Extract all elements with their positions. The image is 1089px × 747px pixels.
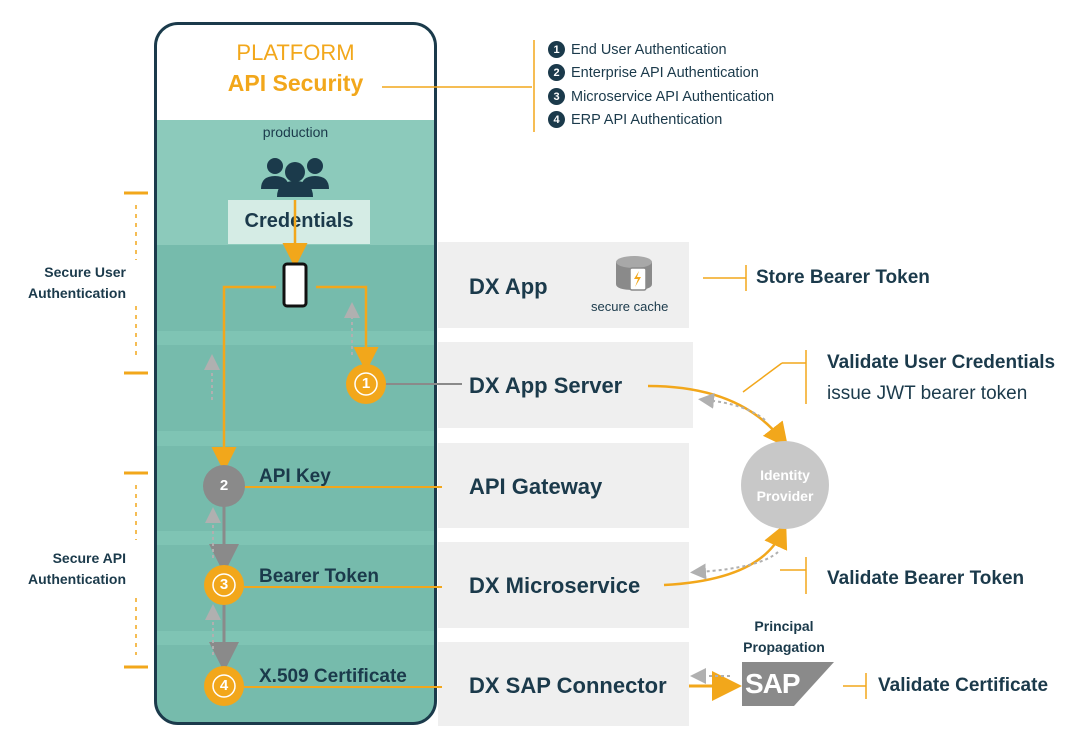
- note-validate-user-credentials: Validate User Credentials: [827, 352, 1056, 373]
- legend-label-4: ERP API Authentication: [571, 111, 723, 128]
- legend-label-1: End User Authentication: [571, 41, 727, 58]
- step-num-3: 3: [219, 576, 229, 593]
- legend-num-2: 2: [548, 64, 565, 81]
- dx-app-server-label: DX App Server: [469, 373, 623, 398]
- note-validate-bearer-token: Validate Bearer Token: [827, 568, 1025, 589]
- microservice-to-idp: [663, 522, 788, 587]
- api-auth-bracket: [124, 471, 148, 669]
- principal-line2: Propagation: [743, 639, 825, 655]
- database-icon: [616, 256, 652, 291]
- note-store-bearer-token: Store Bearer Token: [756, 267, 930, 288]
- dx-microservice-label: DX Microservice: [469, 573, 641, 598]
- phone-to-apikey-line: [211, 285, 276, 472]
- legend-label-3: Microservice API Authentication: [571, 88, 775, 105]
- principal-line1: Principal: [754, 618, 814, 634]
- legend-item-3: 3 Microservice API Authentication: [548, 88, 774, 105]
- side-label-api-auth-2: Authentication: [28, 571, 126, 587]
- side-label-api-auth-1: Secure API: [52, 550, 126, 566]
- phone-icon: [282, 262, 308, 308]
- step-label-api-key: API Key: [259, 466, 331, 487]
- legend-item-2: 2 Enterprise API Authentication: [548, 64, 759, 81]
- phone-to-appserver-line: [316, 285, 379, 372]
- identity-provider-line1: Identity: [760, 467, 810, 483]
- legend-item-4: 4 ERP API Authentication: [548, 111, 722, 128]
- side-label-user-auth-2: Authentication: [28, 285, 126, 301]
- secure-cache-label: secure cache: [591, 299, 669, 314]
- note-validate-certificate: Validate Certificate: [878, 675, 1049, 696]
- user-auth-bracket: [124, 191, 148, 375]
- legend-label-2: Enterprise API Authentication: [571, 64, 759, 81]
- dx-app-label: DX App: [469, 274, 548, 299]
- legend-num-4: 4: [548, 111, 565, 128]
- identity-provider-line2: Provider: [756, 488, 814, 504]
- legend-num-3: 3: [548, 88, 565, 105]
- sap-logo-text: SAP: [745, 668, 801, 699]
- legend-num-1: 1: [548, 41, 565, 58]
- legend-item-1: 1 End User Authentication: [548, 41, 727, 58]
- step-label-certificate: X.509 Certificate: [259, 666, 407, 687]
- note-issue-jwt: issue JWT bearer token: [827, 383, 1028, 404]
- step-num-4: 4: [219, 677, 229, 694]
- appserver-to-idp: [647, 384, 789, 448]
- dx-sap-connector-label: DX SAP Connector: [469, 673, 667, 698]
- step-num-2: 2: [219, 477, 229, 494]
- identity-provider-node: [741, 441, 829, 529]
- side-label-user-auth-1: Secure User: [44, 264, 126, 280]
- api-gateway-label: API Gateway: [469, 474, 603, 499]
- step-label-bearer-token: Bearer Token: [259, 566, 380, 587]
- step-num-1: 1: [361, 375, 371, 392]
